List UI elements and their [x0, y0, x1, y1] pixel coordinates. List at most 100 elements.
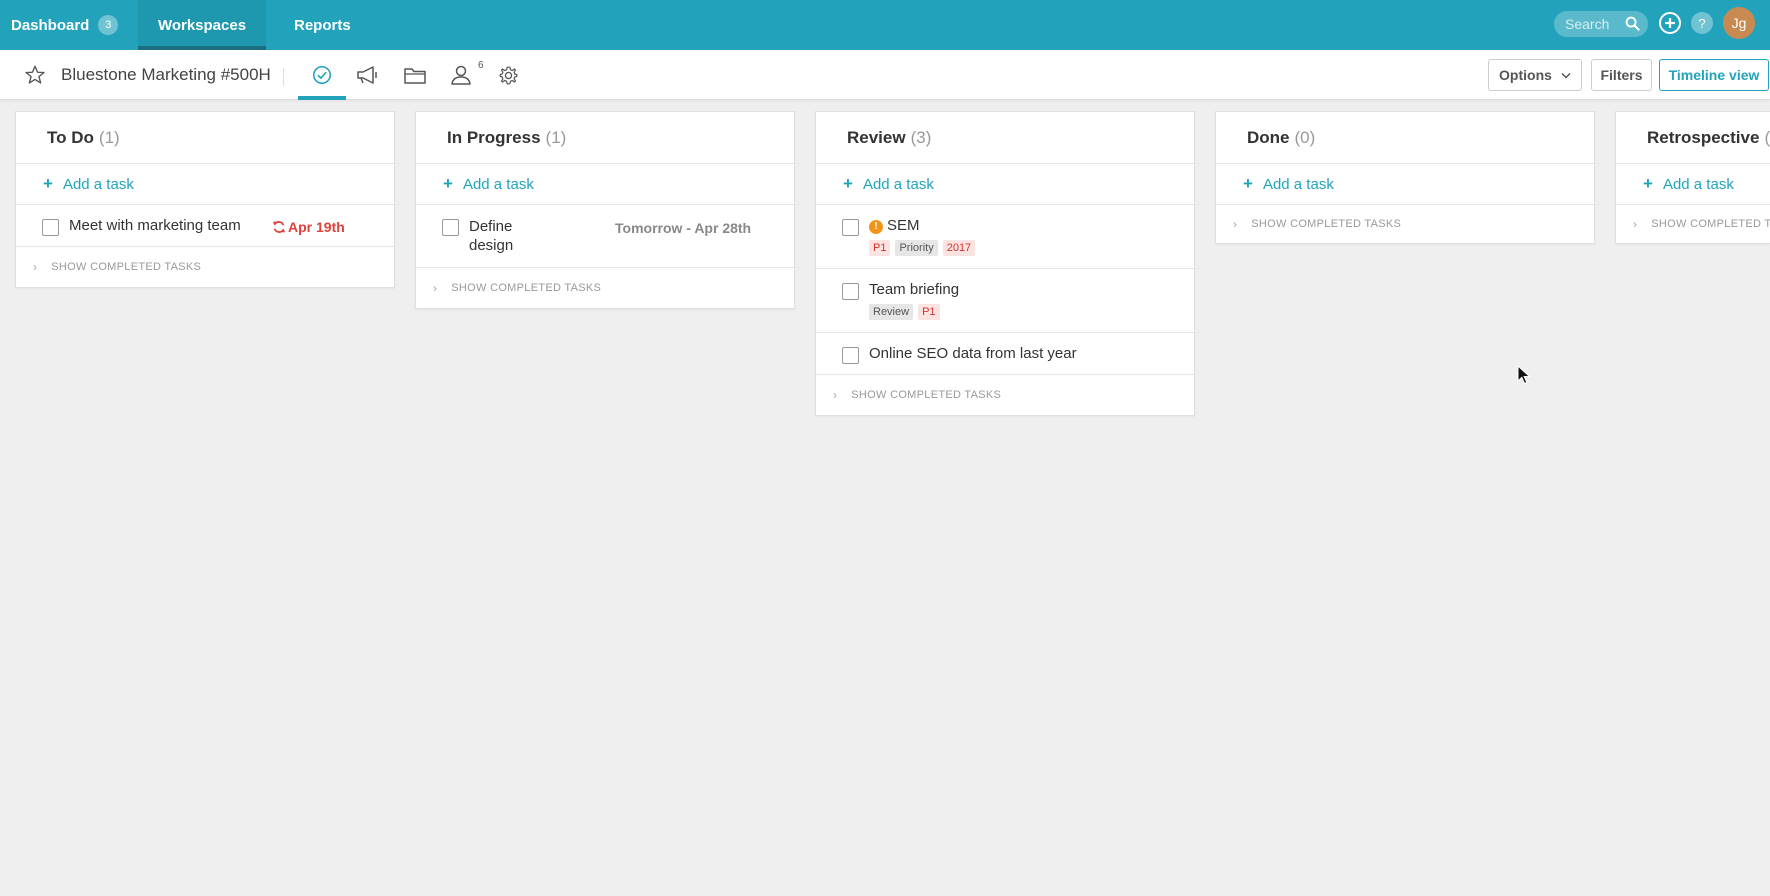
- dashboard-count-badge: 3: [98, 15, 119, 35]
- project-toolbar: Bluestone Marketing #500H 6 Options Filt…: [0, 50, 1770, 100]
- search-input[interactable]: Search: [1554, 11, 1648, 37]
- nav-reports[interactable]: Reports: [282, 0, 363, 50]
- alert-icon: !: [869, 219, 883, 234]
- task-card[interactable]: Define design Tomorrow - Apr 28th: [416, 205, 794, 268]
- chevron-right-icon: ›: [833, 388, 838, 402]
- column-header: Done (0): [1216, 112, 1594, 164]
- toolbar-divider: [283, 68, 284, 86]
- search-placeholder: Search: [1565, 16, 1610, 32]
- column-count: (1): [545, 127, 567, 147]
- options-dropdown[interactable]: Options: [1488, 59, 1582, 91]
- chevron-right-icon: ›: [33, 260, 38, 274]
- task-card[interactable]: ! SEM P1 Priority 2017: [816, 205, 1194, 269]
- add-task-label: Add a task: [862, 175, 934, 193]
- active-tab-indicator: [298, 96, 346, 100]
- add-task-label: Add a task: [1262, 175, 1334, 193]
- add-task-button[interactable]: + Add a task: [1616, 164, 1770, 205]
- plus-icon: +: [843, 174, 853, 193]
- column-title: Retrospective: [1647, 127, 1760, 147]
- announcements-tab[interactable]: [354, 63, 382, 87]
- star-icon[interactable]: [24, 64, 46, 86]
- show-completed-label: SHOW COMPLETED TASKS: [851, 389, 1002, 401]
- task-title: Online SEO data from last year: [869, 345, 1077, 362]
- task-due-text: Apr 19th: [288, 219, 345, 235]
- options-label: Options: [1499, 67, 1552, 83]
- task-card[interactable]: Meet with marketing team Apr 19th: [16, 205, 394, 247]
- nav-workspaces[interactable]: Workspaces: [138, 0, 266, 50]
- add-new-icon[interactable]: [1658, 11, 1682, 35]
- timeline-view-button[interactable]: Timeline view: [1659, 59, 1769, 91]
- column-title: To Do: [47, 127, 94, 147]
- column-done: Done (0) + Add a task › SHOW COMPLETED T…: [1215, 111, 1595, 244]
- column-review: Review (3) + Add a task ! SEM P1 Priority…: [815, 111, 1195, 416]
- nav-dashboard-label: Dashboard: [11, 16, 90, 34]
- show-completed-tasks[interactable]: › SHOW COMPLETED TASKS: [1616, 205, 1770, 243]
- add-task-label: Add a task: [1662, 175, 1734, 193]
- nav-workspaces-label: Workspaces: [157, 16, 247, 34]
- show-completed-tasks[interactable]: › SHOW COMPLETED TASKS: [416, 268, 794, 308]
- tag[interactable]: 2017: [942, 240, 976, 256]
- task-title: Meet with marketing team: [69, 217, 241, 234]
- task-due-date: Apr 19th: [272, 219, 345, 235]
- column-in-progress: In Progress (1) + Add a task Define desi…: [415, 111, 795, 309]
- members-count: 6: [478, 60, 484, 71]
- settings-tab[interactable]: [494, 63, 522, 87]
- task-checkbox[interactable]: [42, 219, 59, 236]
- column-header: Retrospective (0: [1616, 112, 1770, 164]
- show-completed-tasks[interactable]: › SHOW COMPLETED TASKS: [816, 375, 1194, 415]
- chevron-right-icon: ›: [1233, 217, 1238, 231]
- tag[interactable]: P1: [869, 240, 891, 256]
- recurring-icon: [272, 221, 286, 233]
- tag[interactable]: Priority: [895, 240, 938, 256]
- task-checkbox[interactable]: [842, 347, 859, 364]
- task-tags: Review P1: [869, 304, 1178, 320]
- tasks-view-tab[interactable]: [308, 63, 336, 87]
- mouse-cursor-icon: [1517, 365, 1531, 385]
- task-checkbox[interactable]: [842, 219, 859, 236]
- column-header: In Progress (1): [416, 112, 794, 164]
- column-title: In Progress: [447, 127, 541, 147]
- column-count: (0): [1294, 127, 1316, 147]
- chevron-right-icon: ›: [1633, 217, 1638, 231]
- add-task-button[interactable]: + Add a task: [416, 164, 794, 205]
- task-checkbox[interactable]: [842, 283, 859, 300]
- filters-button[interactable]: Filters: [1591, 59, 1652, 91]
- megaphone-icon: [357, 66, 377, 84]
- nav-dashboard[interactable]: Dashboard 3: [0, 0, 138, 50]
- members-icon: [451, 65, 471, 85]
- tasks-check-icon: [312, 65, 332, 85]
- add-task-label: Add a task: [62, 175, 134, 193]
- plus-icon: +: [1243, 174, 1253, 193]
- column-count: (3): [910, 127, 932, 147]
- user-avatar[interactable]: Jg: [1723, 7, 1755, 39]
- tag[interactable]: Review: [869, 304, 914, 320]
- column-retrospective: Retrospective (0 + Add a task › SHOW COM…: [1615, 111, 1770, 244]
- column-title: Done: [1247, 127, 1290, 147]
- folder-icon: [404, 68, 426, 84]
- show-completed-label: SHOW COMPLETED TASKS: [451, 282, 602, 294]
- task-card[interactable]: Online SEO data from last year: [816, 333, 1194, 375]
- add-task-button[interactable]: + Add a task: [1216, 164, 1594, 205]
- task-title: Team briefing: [869, 281, 960, 298]
- members-tab[interactable]: [447, 63, 475, 87]
- task-card[interactable]: Team briefing Review P1: [816, 269, 1194, 333]
- help-button[interactable]: ?: [1691, 12, 1713, 34]
- files-tab[interactable]: [401, 63, 429, 87]
- show-completed-tasks[interactable]: › SHOW COMPLETED TASKS: [1216, 205, 1594, 243]
- column-header: Review (3): [816, 112, 1194, 164]
- show-completed-tasks[interactable]: › SHOW COMPLETED TASKS: [16, 247, 394, 287]
- add-task-button[interactable]: + Add a task: [816, 164, 1194, 205]
- task-due-date: Tomorrow - Apr 28th: [615, 220, 752, 236]
- tag[interactable]: P1: [918, 304, 940, 320]
- task-tags: P1 Priority 2017: [869, 240, 1178, 256]
- show-completed-label: SHOW COMPLETED TASKS: [1651, 218, 1770, 230]
- plus-icon: +: [443, 174, 453, 193]
- nav-reports-label: Reports: [294, 16, 351, 34]
- add-task-button[interactable]: + Add a task: [16, 164, 394, 205]
- plus-icon: +: [1643, 174, 1653, 193]
- chevron-down-icon: [1561, 72, 1571, 79]
- plus-icon: +: [43, 174, 53, 193]
- column-title: Review: [847, 127, 906, 147]
- task-checkbox[interactable]: [442, 219, 459, 236]
- project-title: Bluestone Marketing #500H: [61, 65, 271, 84]
